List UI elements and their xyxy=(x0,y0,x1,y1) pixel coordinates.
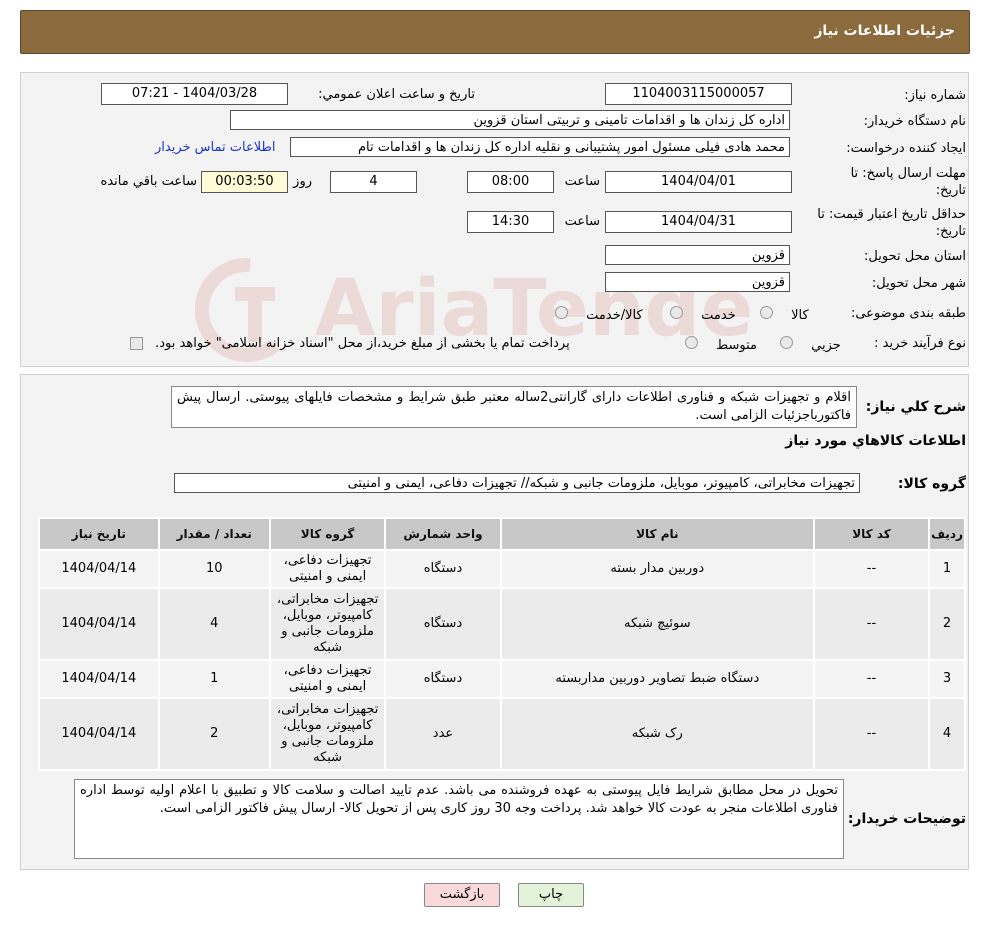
process-option-medium-label: متوسط xyxy=(716,338,757,353)
need-number-label: شماره نیاز: xyxy=(904,88,966,103)
col-row: رديف xyxy=(928,517,966,551)
cell-group: تجهیزات دفاعی، ایمنی و امنیتی xyxy=(268,549,387,589)
validity-time-label: ساعت xyxy=(564,214,600,229)
category-option-goods-service[interactable]: کالا/خدمت xyxy=(555,306,643,323)
cell-group: تجهیزات مخابراتی، کامپیوتر، موبایل، ملزو… xyxy=(268,697,387,771)
goods-table: رديف کد کالا نام کالا واحد شمارش گروه کا… xyxy=(38,517,966,771)
radio-icon[interactable] xyxy=(670,306,683,319)
need-number-field: 1104003115000057 xyxy=(605,83,792,105)
buyer-contact-link[interactable]: اطلاعات تماس خریدار xyxy=(155,140,275,155)
cell-row: 2 xyxy=(928,587,966,661)
validity-label: حداقل تاریخ اعتبار قیمت: تا xyxy=(817,207,966,222)
process-label: نوع فرآیند خرید : xyxy=(874,336,966,351)
validity-time-field: 14:30 xyxy=(467,211,554,233)
cell-name: رک شبکه xyxy=(499,697,815,771)
col-qty: تعداد / مقدار xyxy=(157,517,271,551)
cell-name: دوربین مدار بسته xyxy=(499,549,815,589)
deadline-time-field: 08:00 xyxy=(467,171,554,193)
cell-qty: 10 xyxy=(157,549,271,589)
cell-group: تجهیزات مخابراتی، کامپیوتر، موبایل، ملزو… xyxy=(268,587,387,661)
radio-icon[interactable] xyxy=(555,306,568,319)
deadline-label: مهلت ارسال پاسخ: تا xyxy=(850,166,966,181)
process-option-minor[interactable]: جزيي xyxy=(780,336,841,353)
category-option-goods[interactable]: کالا xyxy=(760,306,809,323)
days-remaining-field: 4 xyxy=(330,171,417,193)
process-note-text: پرداخت تمام یا بخشی از مبلغ خرید،از محل … xyxy=(155,336,570,351)
buyer-notes-textarea[interactable]: تحویل در محل مطابق شرایط فایل پیوستی به … xyxy=(74,779,844,859)
page-header: جزئیات اطلاعات نیاز xyxy=(20,10,970,54)
cell-unit: دستگاه xyxy=(384,549,502,589)
remaining-time-label: ساعت باقي مانده xyxy=(100,174,197,189)
cell-qty: 4 xyxy=(157,587,271,661)
announce-date-field: 1404/03/28 - 07:21 xyxy=(101,83,288,105)
deadline-label-date: تاریخ: xyxy=(935,183,966,198)
col-unit: واحد شمارش xyxy=(384,517,502,551)
buyer-org-field: اداره کل زندان ها و اقدامات تامینی و ترب… xyxy=(230,110,790,130)
announce-label: تاریخ و ساعت اعلان عمومي: xyxy=(318,87,475,102)
table-row[interactable]: 4 -- رک شبکه عدد تجهیزات مخابراتی، کامپی… xyxy=(38,697,966,771)
cell-unit: عدد xyxy=(384,697,502,771)
requester-label: ایجاد کننده درخواست: xyxy=(846,141,966,156)
summary-label: شرح کلي نياز: xyxy=(865,399,966,415)
buyer-org-label: نام دستگاه خریدار: xyxy=(863,114,966,129)
cell-code: -- xyxy=(812,697,931,771)
category-option-service[interactable]: خدمت xyxy=(670,306,736,323)
cell-code: -- xyxy=(812,587,931,661)
requester-field: محمد هادی فیلی مسئول امور پشتیبانی و نقل… xyxy=(290,137,790,157)
col-date: تاریخ نیاز xyxy=(38,517,160,551)
cell-date: 1404/04/14 xyxy=(38,587,160,661)
checkbox-icon xyxy=(130,337,143,350)
cell-row: 4 xyxy=(928,697,966,771)
category-option-goods-service-label: کالا/خدمت xyxy=(586,308,643,323)
cell-name: دستگاه ضبط تصاویر دوربین مداربسته xyxy=(499,659,815,699)
radio-icon[interactable] xyxy=(780,336,793,349)
province-label: استان محل تحویل: xyxy=(864,249,966,264)
cell-group: تجهیزات دفاعی، ایمنی و امنیتی xyxy=(268,659,387,699)
cell-date: 1404/04/14 xyxy=(38,659,160,699)
cell-code: -- xyxy=(812,549,931,589)
cell-qty: 1 xyxy=(157,659,271,699)
cell-code: -- xyxy=(812,659,931,699)
process-option-minor-label: جزيي xyxy=(811,338,841,353)
table-header-row: رديف کد کالا نام کالا واحد شمارش گروه کا… xyxy=(38,517,966,551)
col-code: کد کالا xyxy=(812,517,931,551)
summary-textarea[interactable]: اقلام و تجهیزات شبکه و فناوری اطلاعات دا… xyxy=(171,386,857,428)
process-option-medium[interactable]: متوسط xyxy=(685,336,757,353)
radio-icon[interactable] xyxy=(685,336,698,349)
goods-group-field: تجهیزات مخابراتی، کامپیوتر، موبایل، ملزو… xyxy=(174,473,860,493)
category-option-goods-label: کالا xyxy=(791,308,809,323)
buyer-notes-label: توضیحات خریدار: xyxy=(847,811,966,827)
process-note: پرداخت تمام یا بخشی از مبلغ خرید،از محل … xyxy=(130,336,570,351)
table-row[interactable]: 1 -- دوربین مدار بسته دستگاه تجهیزات دفا… xyxy=(38,549,966,589)
goods-group-label: گروه کالا: xyxy=(897,476,966,492)
validity-date-field: 1404/04/31 xyxy=(605,211,792,233)
cell-unit: دستگاه xyxy=(384,659,502,699)
col-group: گروه کالا xyxy=(268,517,387,551)
print-button[interactable]: چاپ xyxy=(518,883,584,907)
cell-row: 1 xyxy=(928,549,966,589)
category-label: طبقه بندی موضوعی: xyxy=(850,306,966,321)
remaining-time-field: 00:03:50 xyxy=(201,171,288,193)
deadline-time-label: ساعت xyxy=(564,174,600,189)
cell-row: 3 xyxy=(928,659,966,699)
category-option-service-label: خدمت xyxy=(701,308,736,323)
page-title: جزئیات اطلاعات نیاز xyxy=(814,23,955,39)
validity-label-date: تاریخ: xyxy=(935,224,966,239)
cell-date: 1404/04/14 xyxy=(38,697,160,771)
back-button[interactable]: بازگشت xyxy=(424,883,500,907)
cell-unit: دستگاه xyxy=(384,587,502,661)
city-field: قزوین xyxy=(605,272,790,292)
province-field: قزوین xyxy=(605,245,790,265)
table-row[interactable]: 2 -- سوئیچ شبکه دستگاه تجهیزات مخابراتی،… xyxy=(38,587,966,661)
deadline-date-field: 1404/04/01 xyxy=(605,171,792,193)
cell-qty: 2 xyxy=(157,697,271,771)
city-label: شهر محل تحویل: xyxy=(871,276,966,291)
col-name: نام کالا xyxy=(499,517,815,551)
cell-name: سوئیچ شبکه xyxy=(499,587,815,661)
goods-info-title: اطلاعات کالاهاي مورد نياز xyxy=(785,433,966,449)
table-row[interactable]: 3 -- دستگاه ضبط تصاویر دوربین مداربسته د… xyxy=(38,659,966,699)
radio-icon[interactable] xyxy=(760,306,773,319)
cell-date: 1404/04/14 xyxy=(38,549,160,589)
